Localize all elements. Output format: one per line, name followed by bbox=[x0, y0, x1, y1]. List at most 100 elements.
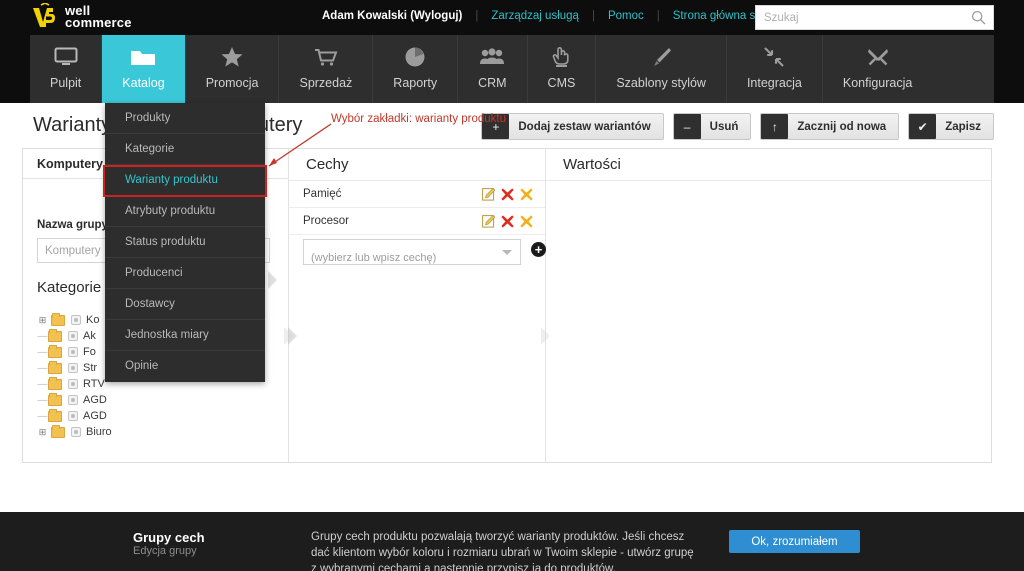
tree-item[interactable]: — AGD bbox=[37, 392, 277, 408]
remove-all-icon[interactable] bbox=[520, 214, 533, 228]
nav-label: CMS bbox=[547, 76, 576, 90]
tree-item-label: Biuro bbox=[86, 426, 112, 438]
menu-item-atrybuty-produktu[interactable]: Atrybuty produktu bbox=[105, 196, 265, 227]
nav-item-szablony-stylow[interactable]: Szablony stylów bbox=[596, 35, 727, 103]
select-radio[interactable] bbox=[68, 331, 78, 341]
main-navigation: Pulpit Katalog Promocja Sprzedaż Raporty… bbox=[30, 35, 994, 103]
select-radio[interactable] bbox=[68, 395, 78, 405]
select-radio[interactable] bbox=[68, 379, 78, 389]
delete-icon[interactable] bbox=[501, 187, 514, 201]
up-arrow-icon: ↑ bbox=[761, 114, 789, 139]
values-panel: Wartości bbox=[541, 149, 991, 462]
select-radio[interactable] bbox=[68, 411, 78, 421]
nav-item-sprzedaz[interactable]: Sprzedaż bbox=[279, 35, 374, 103]
search-box[interactable] bbox=[755, 5, 994, 30]
nav-label: Sprzedaż bbox=[299, 76, 353, 90]
tree-connector: — bbox=[37, 410, 48, 422]
button-label: Dodaj zestaw wariantów bbox=[518, 120, 651, 133]
star-icon bbox=[206, 44, 259, 70]
save-button[interactable]: ✔ Zapisz bbox=[908, 113, 994, 140]
add-variant-set-button[interactable]: + Dodaj zestaw wariantów bbox=[481, 113, 664, 140]
tree-item-label: Fo bbox=[83, 346, 96, 358]
tree-connector: — bbox=[37, 330, 48, 342]
nav-right-edge bbox=[994, 35, 1024, 103]
nav-item-katalog[interactable]: Katalog bbox=[102, 35, 186, 103]
tree-item[interactable]: ⊞ Biuro bbox=[37, 424, 277, 440]
menu-item-produkty[interactable]: Produkty bbox=[105, 103, 265, 134]
remove-all-icon[interactable] bbox=[520, 187, 533, 201]
folder-icon bbox=[48, 328, 62, 342]
panel-collapse-handle[interactable] bbox=[541, 327, 552, 345]
menu-item-opinie[interactable]: Opinie bbox=[105, 351, 265, 382]
edit-icon[interactable] bbox=[482, 214, 496, 228]
start-over-button[interactable]: ↑ Zacznij od nowa bbox=[760, 113, 900, 140]
search-input[interactable] bbox=[764, 6, 964, 29]
button-label: Usuń bbox=[709, 120, 739, 133]
help-title: Grupy cech bbox=[133, 530, 205, 545]
nav-item-integracja[interactable]: Integracja bbox=[727, 35, 823, 103]
logout-link[interactable]: (Wyloguj) bbox=[410, 10, 462, 22]
nav-item-crm[interactable]: CRM bbox=[458, 35, 528, 103]
add-feature-button[interactable]: + bbox=[531, 242, 546, 257]
nav-item-raporty[interactable]: Raporty bbox=[373, 35, 459, 103]
monitor-icon bbox=[50, 44, 81, 70]
current-user-name: Adam Kowalski bbox=[322, 10, 407, 22]
nav-item-cms[interactable]: CMS bbox=[528, 35, 597, 103]
check-icon: ✔ bbox=[909, 114, 937, 139]
expand-icon[interactable]: ⊞ bbox=[37, 427, 48, 438]
feature-name: Pamięć bbox=[303, 188, 342, 200]
button-label: Zapisz bbox=[945, 120, 981, 133]
minus-icon: – bbox=[673, 114, 701, 139]
catalog-dropdown-menu: Produkty Kategorie Warianty produktu Atr… bbox=[105, 103, 265, 382]
top-header-bar: well commerce Adam Kowalski (Wyloguj) | … bbox=[0, 0, 1024, 35]
tree-connector: — bbox=[37, 394, 48, 406]
brand-logo[interactable]: well commerce bbox=[30, 2, 132, 31]
nav-item-pulpit[interactable]: Pulpit bbox=[30, 35, 103, 103]
menu-item-producenci[interactable]: Producenci bbox=[105, 258, 265, 289]
tree-item-label: Ak bbox=[83, 330, 96, 342]
annotation-text: Wybór zakładki: warianty produktu bbox=[331, 113, 507, 125]
delete-button[interactable]: – Usuń bbox=[672, 113, 752, 140]
search-icon[interactable] bbox=[971, 10, 986, 25]
header-separator: | bbox=[656, 10, 660, 22]
features-panel: Cechy Pamięć Procesor (wybierz lub wpisz… bbox=[284, 149, 546, 462]
tree-item[interactable]: — AGD bbox=[37, 408, 277, 424]
values-title: Wartości bbox=[546, 149, 991, 181]
select-radio[interactable] bbox=[68, 347, 78, 357]
panel-collapse-handle[interactable] bbox=[284, 327, 295, 345]
menu-item-dostawcy[interactable]: Dostawcy bbox=[105, 289, 265, 320]
menu-item-warianty-produktu[interactable]: Warianty produktu bbox=[105, 165, 265, 196]
select-radio[interactable] bbox=[71, 427, 81, 437]
select-radio[interactable] bbox=[68, 363, 78, 373]
help-link[interactable]: Pomoc bbox=[608, 10, 644, 22]
menu-item-jednostka-miary[interactable]: Jednostka miary bbox=[105, 320, 265, 351]
manage-service-link[interactable]: Zarządzaj usługą bbox=[491, 10, 579, 22]
edit-icon[interactable] bbox=[482, 187, 496, 201]
tree-connector: — bbox=[37, 346, 48, 358]
button-label: Zacznij od nowa bbox=[797, 120, 887, 133]
feature-actions bbox=[482, 214, 533, 228]
help-dismiss-button[interactable]: Ok, zrozumiałem bbox=[729, 530, 860, 553]
current-user: Adam Kowalski (Wyloguj) bbox=[322, 10, 462, 22]
wellcommerce-logo-icon bbox=[30, 2, 58, 31]
feature-row[interactable]: Pamięć bbox=[289, 181, 545, 208]
feature-row[interactable]: Procesor bbox=[289, 208, 545, 235]
group-name-label: Nazwa grupy bbox=[37, 219, 108, 231]
delete-icon[interactable] bbox=[501, 214, 514, 228]
nav-label: Integracja bbox=[746, 76, 802, 90]
feature-combo-wrap: (wybierz lub wpisz cechę) + bbox=[303, 239, 546, 265]
chevron-down-icon[interactable] bbox=[502, 250, 512, 255]
nav-item-promocja[interactable]: Promocja bbox=[186, 35, 280, 103]
select-radio[interactable] bbox=[71, 315, 81, 325]
nav-item-konfiguracja[interactable]: Konfiguracja bbox=[823, 35, 933, 103]
expand-icon[interactable]: ⊞ bbox=[37, 315, 48, 326]
feature-select[interactable]: (wybierz lub wpisz cechę) bbox=[303, 239, 521, 265]
menu-item-kategorie[interactable]: Kategorie bbox=[105, 134, 265, 165]
tree-item-label: Ko bbox=[86, 314, 100, 326]
help-body-text: Grupy cech produktu pozwalają tworzyć wa… bbox=[311, 531, 694, 571]
nav-label: Szablony stylów bbox=[616, 76, 706, 90]
folder-icon bbox=[122, 44, 164, 70]
menu-item-status-produktu[interactable]: Status produktu bbox=[105, 227, 265, 258]
brand-line-2: commerce bbox=[65, 15, 132, 30]
panel-collapse-handle[interactable] bbox=[268, 271, 279, 289]
